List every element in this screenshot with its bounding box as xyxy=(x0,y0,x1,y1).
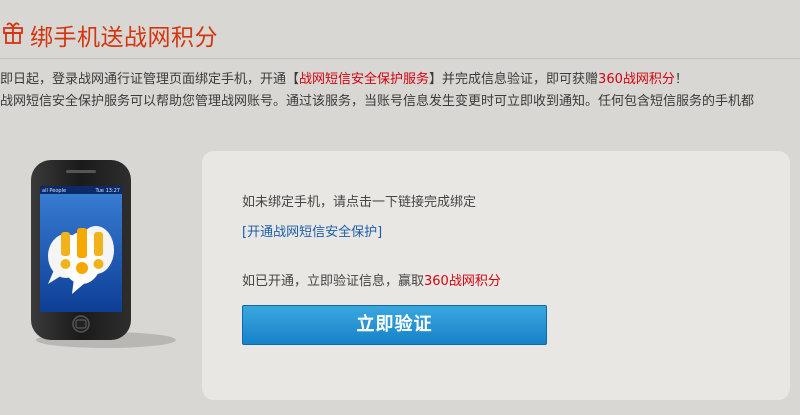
gift-icon xyxy=(3,22,23,44)
bind-prompt: 如未绑定手机，请点击一下链接完成绑定 xyxy=(242,195,477,210)
service-name-highlight: 战网短信安全保护服务 xyxy=(299,72,430,87)
header-divider xyxy=(0,58,800,59)
intro-line-1: 即日起，登录战网通行证管理页面绑定手机，开通【战网短信安全保护服务】并完成信息验… xyxy=(0,69,800,91)
enable-sms-protection-link[interactable]: [开通战网短信安全保护] xyxy=(242,221,382,240)
verification-panel: 如未绑定手机，请点击一下链接完成绑定 [开通战网短信安全保护] 如已开通，立即验… xyxy=(202,151,790,400)
verify-now-button[interactable]: 立即验证 xyxy=(242,305,547,345)
verify-reward-highlight: 360战网积分 xyxy=(424,274,501,289)
page-title: 绑手机送战网积分 xyxy=(30,25,218,51)
smartphone-icon: all People Tue 13:27 xyxy=(31,160,176,348)
page-header: 绑手机送战网积分 xyxy=(0,16,800,52)
intro-text: 即日起，登录战网通行证管理页面绑定手机，开通【战网短信安全保护服务】并完成信息验… xyxy=(0,69,800,113)
reward-highlight: 360战网积分 xyxy=(598,72,675,87)
intro-line1-suffix: ！ xyxy=(674,72,688,87)
intro-line1-prefix: 即日起，登录战网通行证管理页面绑定手机，开通【 xyxy=(0,72,300,87)
intro-line1-middle: 】并完成信息验证，即可获赠 xyxy=(429,72,599,87)
phone-status-left: all People xyxy=(42,188,66,194)
phone-status-right: Tue 13:27 xyxy=(94,188,120,194)
intro-line-2: 战网短信安全保护服务可以帮助您管理战网账号。通过该服务，当账号信息发生变更时可立… xyxy=(0,94,755,109)
verify-prompt: 如已开通，立即验证信息，赢取360战网积分 xyxy=(242,270,501,289)
verify-prompt-prefix: 如已开通，立即验证信息，赢取 xyxy=(242,274,425,289)
